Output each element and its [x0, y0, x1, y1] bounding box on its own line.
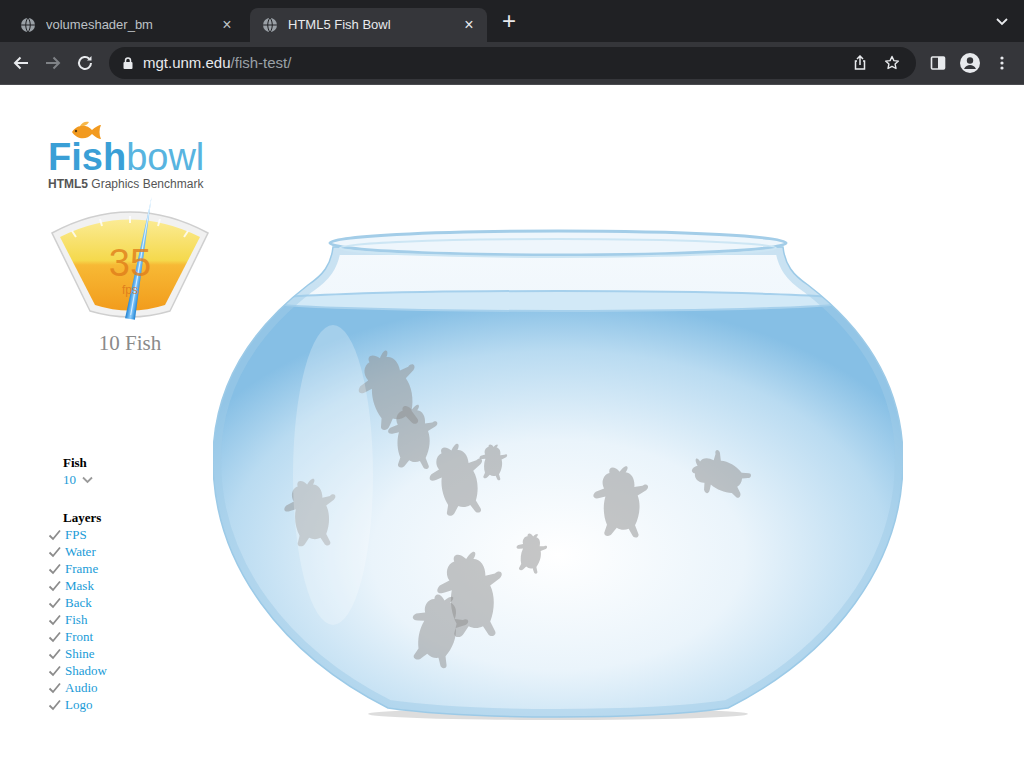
check-icon — [48, 662, 65, 679]
fish-select[interactable]: 10 — [63, 471, 213, 488]
check-icon — [48, 577, 65, 594]
menu-button[interactable] — [986, 47, 1018, 79]
check-icon — [48, 679, 65, 696]
layer-label: Logo — [65, 696, 92, 713]
layer-label: Fish — [65, 611, 87, 628]
toolbar: mgt.unm.edu/fish-test/ — [0, 42, 1024, 85]
side-panel-button[interactable] — [922, 47, 954, 79]
share-icon — [852, 55, 868, 71]
layer-label: Shadow — [65, 662, 107, 679]
check-icon — [48, 696, 65, 713]
tab-close-button[interactable]: × — [217, 15, 237, 35]
layer-item[interactable]: Mask — [48, 577, 213, 594]
logo-light-text: bowl — [126, 136, 204, 178]
layer-label: Mask — [65, 577, 94, 594]
layers-control: Layers FPSWaterFrameMaskBackFishFrontShi… — [48, 509, 213, 713]
tab-list: volumeshader_bm × HTML5 Fish Bowl × — [8, 0, 487, 42]
star-icon — [884, 55, 900, 71]
tab-strip: volumeshader_bm × HTML5 Fish Bowl × + — [0, 0, 1024, 42]
logo-subtitle-text: Graphics Benchmark — [91, 177, 203, 191]
logo-subtitle: HTML5 Graphics Benchmark — [48, 177, 213, 191]
forward-arrow-icon — [43, 53, 63, 73]
layer-item[interactable]: Shine — [48, 645, 213, 662]
back-arrow-icon — [11, 53, 31, 73]
layer-item[interactable]: FPS — [48, 526, 213, 543]
tab-label: HTML5 Fish Bowl — [288, 16, 449, 34]
layer-item[interactable]: Fish — [48, 611, 213, 628]
profile-icon — [959, 52, 981, 74]
globe-icon — [262, 17, 278, 33]
more-vertical-icon — [994, 55, 1010, 71]
fish-figure — [590, 464, 650, 540]
reload-icon — [75, 53, 95, 73]
logo-bold-text: Fish — [48, 136, 126, 178]
layer-item[interactable]: Back — [48, 594, 213, 611]
reload-button[interactable] — [69, 47, 101, 79]
logo: Fishbowl HTML5 Graphics Benchmark — [48, 123, 213, 191]
fish-select-value: 10 — [63, 470, 76, 490]
chevron-down-icon — [82, 476, 93, 484]
side-panel-icon — [930, 55, 946, 71]
share-button[interactable] — [846, 49, 874, 77]
back-button[interactable] — [5, 47, 37, 79]
tab-search-button[interactable] — [988, 7, 1016, 35]
layers-label: Layers — [48, 509, 213, 526]
globe-icon — [20, 17, 36, 33]
layer-item[interactable]: Audio — [48, 679, 213, 696]
layers-list: FPSWaterFrameMaskBackFishFrontShineShado… — [48, 526, 213, 713]
check-icon — [48, 628, 65, 645]
fish-figure — [511, 530, 550, 575]
fish-figure — [476, 442, 509, 482]
url-host: mgt.unm.edu — [143, 54, 231, 71]
url-path: /fish-test/ — [231, 54, 292, 71]
page: Fishbowl HTML5 Graphics Benchmark — [0, 85, 1024, 768]
tab-label: volumeshader_bm — [46, 16, 207, 34]
address-bar[interactable]: mgt.unm.edu/fish-test/ — [109, 47, 916, 79]
layer-label: Back — [65, 594, 92, 611]
layer-item[interactable]: Water — [48, 543, 213, 560]
layer-item[interactable]: Front — [48, 628, 213, 645]
fps-unit: fps — [122, 283, 138, 297]
fish-label: Fish — [63, 454, 213, 471]
lock-icon — [121, 56, 135, 70]
logo-subtitle-bold: HTML5 — [48, 177, 88, 191]
fish-bowl — [213, 225, 903, 725]
url-text: mgt.unm.edu/fish-test/ — [143, 53, 846, 73]
browser-tab[interactable]: volumeshader_bm × — [8, 8, 245, 42]
fish-count-label: 10 Fish — [50, 331, 210, 355]
fish-figure — [385, 402, 439, 470]
left-column: Fishbowl HTML5 Graphics Benchmark — [0, 85, 213, 768]
forward-button[interactable] — [37, 47, 69, 79]
fps-gauge: 35 fps — [50, 195, 210, 325]
layer-item[interactable]: Frame — [48, 560, 213, 577]
layer-label: Frame — [65, 560, 98, 577]
layer-item[interactable]: Logo — [48, 696, 213, 713]
tab-close-button[interactable]: × — [459, 15, 479, 35]
fish-figure — [684, 443, 755, 509]
chevron-down-icon — [995, 14, 1009, 28]
bookmark-button[interactable] — [878, 49, 906, 77]
bowl-area — [213, 85, 1024, 768]
layer-label: FPS — [65, 526, 87, 543]
new-tab-button[interactable]: + — [495, 7, 523, 35]
layer-item[interactable]: Shadow — [48, 662, 213, 679]
layer-label: Water — [65, 543, 96, 560]
fish-figure — [400, 586, 475, 671]
layer-label: Front — [65, 628, 93, 645]
browser-tab[interactable]: HTML5 Fish Bowl × — [250, 8, 487, 42]
fish-figure — [427, 442, 487, 518]
check-icon — [48, 611, 65, 628]
layer-label: Audio — [65, 679, 98, 696]
check-icon — [48, 560, 65, 577]
check-icon — [48, 594, 65, 611]
fps-value: 35 — [109, 243, 151, 283]
check-icon — [48, 526, 65, 543]
fish-control: Fish 10 — [48, 454, 213, 488]
goldfish-icon — [68, 121, 102, 143]
check-icon — [48, 543, 65, 560]
profile-button[interactable] — [954, 47, 986, 79]
check-icon — [48, 645, 65, 662]
layer-label: Shine — [65, 645, 95, 662]
